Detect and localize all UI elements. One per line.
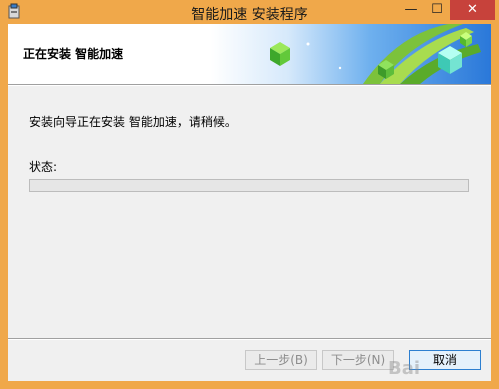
title-bar[interactable]: 智能加速 安装程序 — ☐ ✕ xyxy=(0,0,499,24)
install-description: 安装向导正在安装 智能加速，请稍候。 xyxy=(29,115,237,129)
next-button[interactable]: 下一步(N) xyxy=(322,350,394,370)
progress-bar xyxy=(29,179,469,192)
maximize-button[interactable]: ☐ xyxy=(424,0,450,20)
back-button[interactable]: 上一步(B) xyxy=(245,350,317,370)
installer-window: 智能加速 安装程序 — ☐ ✕ 正在安装 智能加速 安装向导正在安装 智能加速，… xyxy=(0,0,499,389)
status-label: 状态: xyxy=(29,160,58,174)
cancel-button[interactable]: 取消 xyxy=(409,350,481,370)
header-banner: 正在安装 智能加速 xyxy=(8,24,491,84)
minimize-button[interactable]: — xyxy=(398,0,424,20)
banner-title: 正在安装 智能加速 xyxy=(23,47,124,61)
footer-separator xyxy=(8,338,491,340)
close-button[interactable]: ✕ xyxy=(450,0,495,20)
installer-body: 正在安装 智能加速 安装向导正在安装 智能加速，请稍候。 状态: 上一步(B) … xyxy=(8,24,491,381)
header-separator xyxy=(8,84,491,86)
